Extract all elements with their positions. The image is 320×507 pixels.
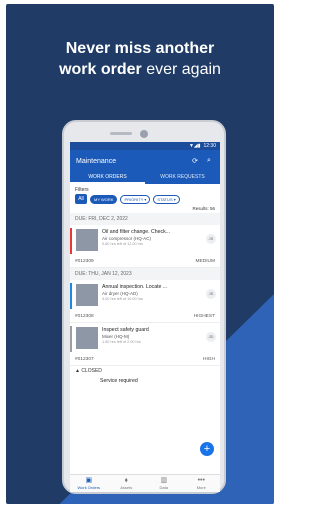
nav-label: Assets — [120, 485, 133, 490]
headline-line2: work order ever again — [6, 59, 274, 80]
phone-screen: ▼◢▮ 12:30 Maintenance ⟳ ⌕ WORK ORDERS WOR… — [70, 142, 220, 492]
filter-chips: All MY WORK PRIORITY ▾ STATUS ▾ — [70, 194, 220, 204]
bottom-nav: ▣ Work Orders ⬧ Assets ▥ Data ••• More — [70, 474, 220, 492]
priority-stripe — [70, 228, 72, 254]
promo-banner: Never miss another work order ever again… — [6, 4, 274, 504]
work-order-meta: #012309 MEDIUM — [70, 257, 220, 268]
work-order-asset: Air compressor (HQ-AC) — [102, 236, 152, 241]
filter-all-button[interactable]: All — [75, 194, 87, 204]
work-order-hours: 1.50 hrs left of 2.00 hrs — [102, 340, 141, 344]
work-order-card[interactable]: Annual inspection. Locate ... Air dryer (… — [70, 280, 220, 312]
work-order-priority: MEDIUM — [195, 259, 215, 264]
tab-work-orders[interactable]: WORK ORDERS — [70, 172, 145, 184]
work-order-id: #012307 — [75, 357, 94, 362]
phone-frame: ▼◢▮ 12:30 Maintenance ⟳ ⌕ WORK ORDERS WOR… — [62, 120, 226, 494]
filter-chip[interactable]: STATUS ▾ — [153, 194, 180, 204]
work-order-title: Inspect safety guard — [102, 327, 149, 333]
filter-chip[interactable]: MY WORK — [90, 194, 118, 204]
nav-data[interactable]: ▥ Data — [145, 475, 183, 492]
filters-label: Filters — [75, 187, 89, 193]
status-time: 12:30 — [203, 143, 216, 149]
headline-line1: Never miss another — [65, 40, 215, 57]
due-date-header: DUE: FRI, DEC 2, 2022 — [70, 213, 220, 225]
work-order-priority: HIGH — [203, 357, 215, 362]
sync-icon[interactable]: ⟳ — [190, 157, 200, 165]
closed-section: ▲ CLOSED — [75, 368, 102, 374]
work-order-list: DUE: FRI, DEC 2, 2022 Oil and filter chan… — [70, 213, 220, 366]
work-order-meta: #012307 HIGH — [70, 355, 220, 366]
nav-work-orders-icon: ▣ — [85, 477, 93, 484]
work-order-title: Annual inspection. Locate ... — [102, 284, 168, 290]
work-order-card[interactable]: Inspect safety guard Mixer (HQ-M) 1.50 hrs… — [70, 323, 220, 355]
work-order-title: Oil and filter change. Check... — [102, 229, 171, 235]
nav-more-icon: ••• — [197, 477, 205, 484]
work-order-id: #012309 — [75, 259, 94, 264]
work-order-asset: Air dryer (HQ-AD) — [102, 291, 138, 296]
app-title: Maintenance — [76, 157, 117, 165]
priority-stripe — [70, 283, 72, 309]
assignee-avatar: JS — [206, 234, 216, 244]
add-work-order-button[interactable]: + — [200, 442, 214, 456]
nav-more[interactable]: ••• More — [183, 475, 221, 492]
nav-label: Work Orders — [77, 485, 101, 490]
asset-thumbnail — [76, 229, 98, 251]
work-order-hours: 9.60 hrs left of 12.00 hrs — [102, 242, 143, 246]
headline-rest: ever again — [141, 61, 221, 78]
asset-thumbnail — [76, 284, 98, 306]
tab-work-requests[interactable]: WORK REQUESTS — [145, 172, 220, 184]
due-date-header: DUE: THU, JAN 12, 2023 — [70, 268, 220, 280]
work-order-text: Annual inspection. Locate ... Air dryer (… — [98, 284, 206, 312]
results-count: Results: 56 — [192, 206, 215, 211]
work-order-id: #012308 — [75, 314, 94, 319]
closed-item-title[interactable]: Service required — [70, 376, 220, 384]
priority-stripe — [70, 326, 72, 352]
app-bar: Maintenance ⟳ ⌕ — [70, 150, 220, 172]
phone-speaker — [110, 132, 132, 135]
nav-work-orders[interactable]: ▣ Work Orders — [70, 475, 108, 492]
nav-assets-icon: ⬧ — [124, 477, 128, 484]
assignee-avatar: JD — [206, 332, 216, 342]
asset-thumbnail — [76, 327, 98, 349]
nav-label: More — [196, 485, 206, 490]
nav-assets[interactable]: ⬧ Assets — [108, 475, 146, 492]
work-order-meta: #012308 HIGHEST — [70, 312, 220, 323]
headline-bold: work order — [59, 61, 142, 78]
nav-data-icon: ▥ — [160, 477, 168, 484]
search-icon[interactable]: ⌕ — [204, 157, 214, 165]
headline: Never miss another work order ever again — [6, 38, 274, 80]
work-order-priority: HIGHEST — [193, 314, 215, 319]
status-bar: ▼◢▮ 12:30 — [70, 142, 220, 150]
work-order-text: Oil and filter change. Check... Air compr… — [98, 229, 206, 257]
tab-bar: WORK ORDERS WORK REQUESTS — [70, 172, 220, 184]
closed-label: CLOSED — [81, 368, 102, 374]
work-order-card[interactable]: Oil and filter change. Check... Air compr… — [70, 225, 220, 257]
signal-icon: ▼◢▮ — [188, 143, 201, 149]
work-order-asset: Mixer (HQ-M) — [102, 334, 130, 339]
work-order-text: Inspect safety guard Mixer (HQ-M) 1.50 hrs… — [98, 327, 206, 355]
work-order-hours: 3.00 hrs left of 10.00 hrs — [102, 297, 143, 301]
filter-chip[interactable]: PRIORITY ▾ — [120, 194, 151, 204]
phone-camera — [140, 130, 148, 138]
assignee-avatar: JS — [206, 289, 216, 299]
nav-label: Data — [159, 485, 168, 490]
